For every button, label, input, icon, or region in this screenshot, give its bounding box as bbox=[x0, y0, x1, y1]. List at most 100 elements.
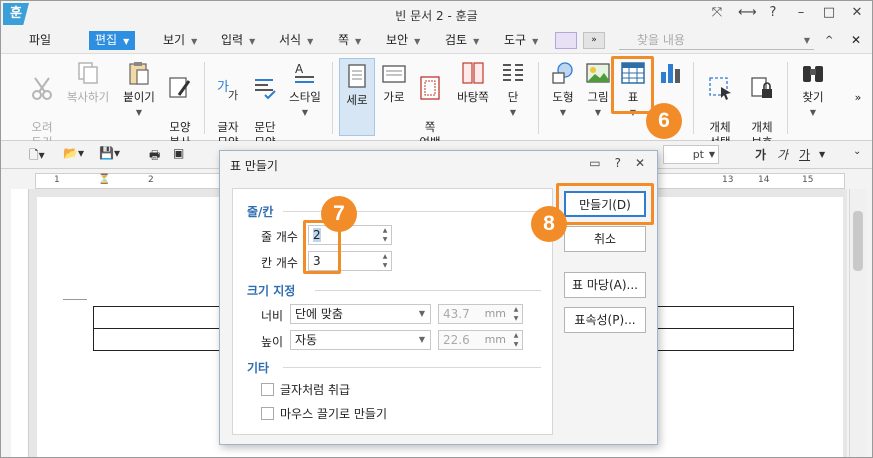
spin-down-icon[interactable]: ▼ bbox=[511, 340, 521, 349]
drag-create-checkbox[interactable]: 마우스 끌기로 만들기 bbox=[261, 405, 387, 422]
menu-close-icon[interactable]: ✕ bbox=[851, 31, 861, 50]
open-folder-icon[interactable]: 📂▾ bbox=[63, 146, 84, 160]
menu-tools[interactable]: 도구 ▼ bbox=[504, 31, 538, 50]
split-icon[interactable]: ⟷ bbox=[738, 5, 757, 20]
para-shape-button[interactable]: 문단 모양 bbox=[249, 60, 281, 150]
spin-up-icon[interactable]: ▲ bbox=[511, 305, 521, 314]
spin-down-icon[interactable]: ▼ bbox=[380, 261, 390, 270]
print-icon[interactable]: 🖶 bbox=[149, 146, 160, 167]
chevron-down-icon[interactable]: ▼ bbox=[119, 105, 159, 120]
indent-marker-icon[interactable]: ⏳ bbox=[98, 174, 110, 185]
width-mode-value: 단에 맞춤 bbox=[295, 307, 343, 321]
shape-button[interactable]: 도형 ▼ bbox=[547, 60, 579, 120]
style-label: 스타일 bbox=[289, 90, 321, 104]
ribbon-expand-icon[interactable]: » bbox=[851, 90, 865, 105]
chevron-down-icon[interactable]: ▼ bbox=[499, 105, 527, 120]
ruler-mark: 15 bbox=[802, 175, 814, 185]
chart-button[interactable] bbox=[655, 60, 685, 90]
binoculars-icon bbox=[803, 66, 823, 82]
dialog-controls: ▭ ? ✕ bbox=[589, 156, 645, 170]
find-button[interactable]: 찾기 ▼ bbox=[798, 60, 828, 120]
char-shape-button[interactable]: 가가 글자 모양 bbox=[212, 60, 244, 150]
menu-view[interactable]: 보기 ▼ bbox=[163, 31, 197, 50]
chevron-down-icon: ▼ bbox=[414, 37, 421, 46]
toolbar-expand-icon[interactable]: ⌄ bbox=[853, 146, 861, 157]
scrollbar-thumb[interactable] bbox=[853, 211, 863, 271]
portrait-button[interactable]: 세로 bbox=[339, 58, 375, 136]
quick-style-icon[interactable] bbox=[555, 32, 577, 49]
chevron-down-icon[interactable]: ▼ bbox=[798, 105, 828, 120]
spin-up-icon[interactable]: ▲ bbox=[380, 226, 390, 235]
menu-page[interactable]: 쪽 ▼ bbox=[338, 31, 361, 50]
spin-down-icon[interactable]: ▼ bbox=[511, 314, 521, 323]
vertical-ruler[interactable] bbox=[11, 189, 29, 457]
treat-as-char-checkbox[interactable]: 글자처럼 취급 bbox=[261, 381, 350, 398]
width-input[interactable]: 43.7 mm ▲ ▼ bbox=[438, 304, 523, 324]
cut-button[interactable]: 오려 두기 bbox=[25, 60, 59, 150]
copy-button[interactable]: 복사하기 bbox=[63, 60, 113, 105]
dialog-close-icon[interactable]: ✕ bbox=[635, 156, 645, 170]
spin-down-icon[interactable]: ▼ bbox=[380, 235, 390, 244]
italic-button[interactable]: 가 bbox=[777, 146, 788, 163]
width-label: 너비 bbox=[261, 309, 284, 323]
checkbox-box[interactable] bbox=[261, 407, 274, 420]
paste-button[interactable]: 붙이기 ▼ bbox=[119, 60, 159, 120]
new-document-icon[interactable]: 🗋▾ bbox=[29, 146, 45, 167]
help-icon[interactable]: ? bbox=[766, 5, 780, 20]
close-icon[interactable]: ✕ bbox=[850, 5, 864, 20]
font-size-unit: pt bbox=[692, 148, 704, 161]
select-object-icon bbox=[709, 77, 731, 100]
menu-file[interactable]: 파일 bbox=[29, 31, 51, 50]
ruler-mark: 13 bbox=[722, 175, 734, 185]
spin-up-icon[interactable]: ▲ bbox=[511, 331, 521, 340]
height-input[interactable]: 22.6 mm ▲ ▼ bbox=[438, 330, 523, 350]
checkbox-box[interactable] bbox=[261, 383, 274, 396]
chevron-down-icon[interactable]: ▼ bbox=[709, 146, 715, 163]
treat-as-char-label: 글자처럼 취급 bbox=[280, 383, 351, 397]
menu-security[interactable]: 보안 ▼ bbox=[386, 31, 420, 50]
bold-button[interactable]: 가 bbox=[755, 146, 766, 163]
menu-bar: 파일 편집 ▼ 보기 ▼ 입력 ▼ 서식 ▼ 쪽 ▼ 보안 ▼ 검토 ▼ 도구 ▼ » 찾을 내… bbox=[1, 28, 872, 53]
table-properties-button[interactable]: 표속성(P)... bbox=[564, 307, 646, 333]
table-template-button[interactable]: 표 마당(A)... bbox=[564, 272, 646, 298]
chevron-down-icon[interactable]: ▼ bbox=[819, 150, 825, 159]
fullscreen-icon[interactable]: ⤧ bbox=[710, 5, 724, 20]
page-margin-button[interactable]: 쪽 여백 bbox=[414, 60, 446, 150]
copy-icon bbox=[78, 62, 98, 84]
format-copy-button[interactable]: 모양 복사 bbox=[163, 60, 197, 150]
section-rows-cols: 줄/칸 bbox=[247, 205, 274, 219]
menu-edit[interactable]: 편집 ▼ bbox=[89, 31, 136, 50]
chevron-down-icon[interactable]: ▼ bbox=[804, 31, 810, 50]
picture-button[interactable]: 그림 ▼ bbox=[583, 60, 613, 120]
spin-up-icon[interactable]: ▲ bbox=[380, 252, 390, 261]
vertical-scrollbar[interactable] bbox=[849, 189, 866, 457]
more-icon[interactable]: » bbox=[583, 32, 605, 49]
chevron-down-icon[interactable]: ▼ bbox=[583, 105, 613, 120]
width-mode-select[interactable]: 단에 맞춤 ▼ bbox=[290, 304, 431, 324]
underline-button[interactable]: 가 bbox=[799, 146, 810, 163]
collapse-ribbon-icon[interactable]: ^ bbox=[825, 31, 833, 50]
master-page-button[interactable]: 바탕쪽 bbox=[453, 60, 493, 105]
menu-format[interactable]: 서식 ▼ bbox=[279, 31, 313, 50]
dialog-help-icon[interactable]: ? bbox=[615, 156, 621, 170]
minimize-icon[interactable]: – bbox=[794, 5, 808, 20]
menu-insert[interactable]: 입력 ▼ bbox=[221, 31, 255, 50]
save-icon[interactable]: 💾▾ bbox=[99, 146, 120, 160]
font-size-field[interactable]: pt ▼ bbox=[663, 145, 719, 164]
maximize-icon[interactable]: □ bbox=[822, 5, 836, 20]
cancel-button[interactable]: 취소 bbox=[564, 226, 646, 252]
dialog-comment-icon[interactable]: ▭ bbox=[589, 156, 600, 170]
height-mode-select[interactable]: 자동 ▼ bbox=[290, 330, 431, 350]
chevron-down-icon[interactable]: ▼ bbox=[285, 105, 325, 120]
chevron-down-icon[interactable]: ▼ bbox=[547, 105, 579, 120]
column-button[interactable]: 단 ▼ bbox=[499, 60, 527, 120]
object-select-button[interactable]: 개체 선택 bbox=[701, 60, 739, 150]
landscape-button[interactable]: 가로 bbox=[379, 60, 409, 105]
preview-icon[interactable]: ▣ bbox=[173, 146, 184, 160]
section-divider bbox=[283, 367, 541, 368]
highlight-create-button bbox=[556, 183, 654, 225]
menu-review[interactable]: 검토 ▼ bbox=[445, 31, 479, 50]
object-protect-button[interactable]: 개체 보호 bbox=[745, 60, 779, 150]
style-button[interactable]: A 스타일 ▼ bbox=[285, 60, 325, 120]
search-input[interactable]: 찾을 내용 ▼ bbox=[619, 31, 814, 50]
